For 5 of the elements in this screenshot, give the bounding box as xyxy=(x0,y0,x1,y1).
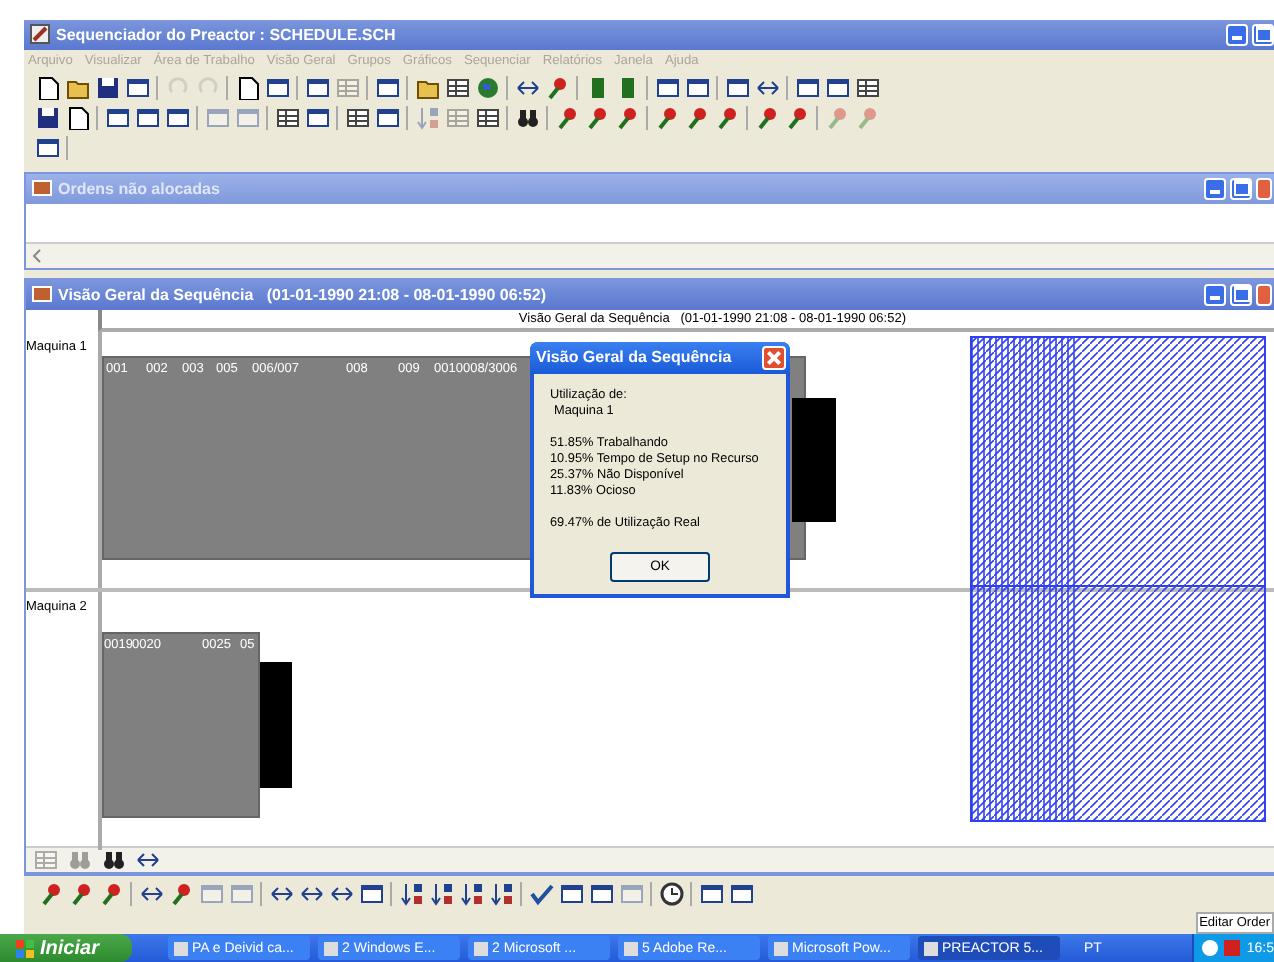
window-title: Sequenciador do Preactor : SCHEDULE.SCH xyxy=(56,25,396,44)
dialog-title: Visão Geral da Sequência xyxy=(536,348,732,367)
start-button[interactable]: Iniciar xyxy=(0,934,132,962)
window-title: Ordens não alocadas xyxy=(58,179,220,198)
window-title: Visão Geral da Sequência (01-01-1990 21:08 - 08-01-1990 06:52) xyxy=(58,285,546,304)
